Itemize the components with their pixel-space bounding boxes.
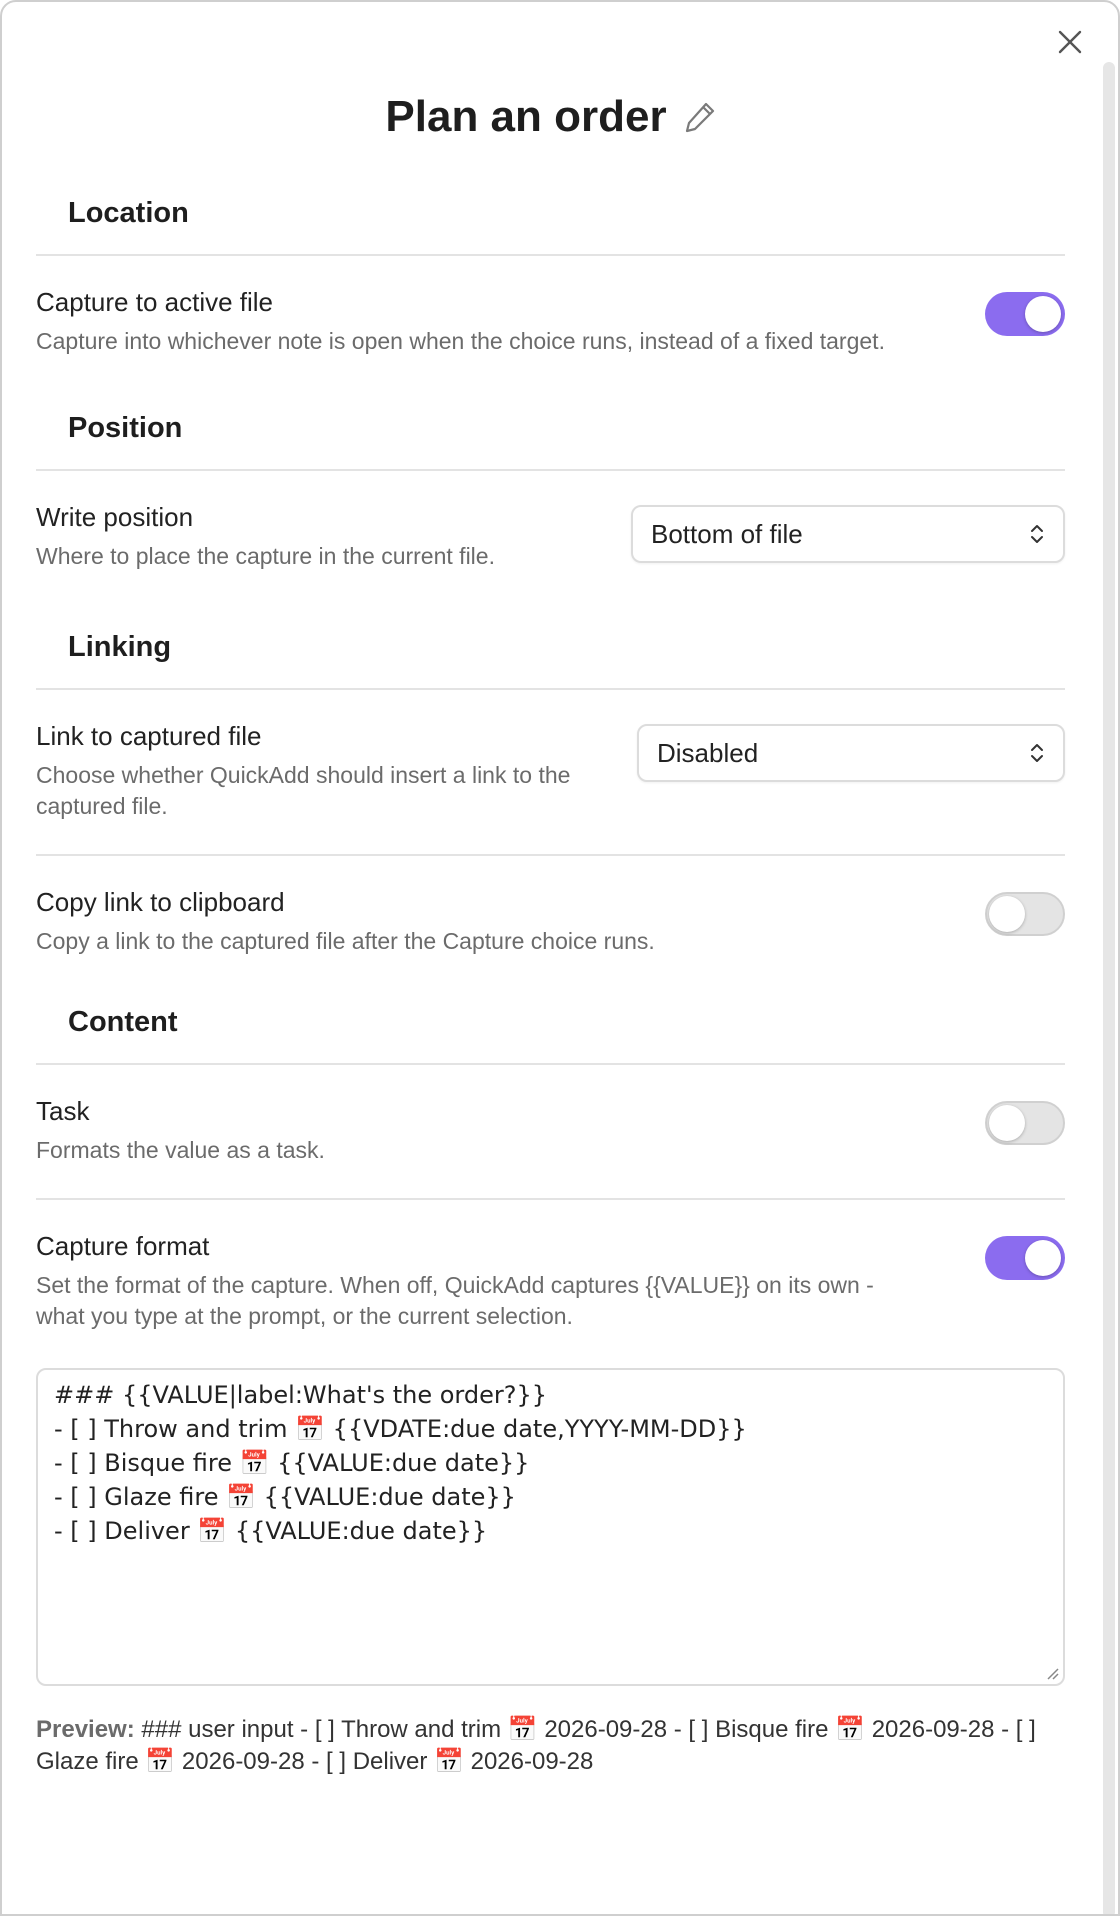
setting-description: Where to place the capture in the curren…: [36, 543, 495, 569]
copy-link-toggle[interactable]: [985, 892, 1065, 936]
setting-description: Formats the value as a task.: [36, 1137, 325, 1163]
setting-capture-to-active-file: Capture to active file Capture into whic…: [36, 256, 1065, 387]
toggle-knob: [1025, 296, 1061, 332]
chevron-updown-icon: [1031, 525, 1043, 543]
modal-title-row: Plan an order: [2, 92, 1102, 142]
pencil-icon: [685, 102, 714, 133]
link-to-captured-file-select[interactable]: Disabled: [637, 724, 1065, 782]
toggle-knob: [1025, 1240, 1061, 1276]
format-line: - [ ] Glaze fire 📅 {{VALUE:due date}}: [54, 1483, 516, 1511]
format-line: - [ ] Deliver 📅 {{VALUE:due date}}: [54, 1517, 488, 1545]
setting-description: Copy a link to the captured file after t…: [36, 928, 655, 954]
edit-title-button[interactable]: [681, 98, 719, 136]
capture-format-toggle[interactable]: [985, 1236, 1065, 1280]
modal-title: Plan an order: [385, 92, 667, 141]
capture-active-file-toggle[interactable]: [985, 292, 1065, 336]
format-preview: Preview: ### user input - [ ] Throw and …: [36, 1714, 1065, 1778]
setting-description: Capture into whichever note is open when…: [36, 328, 885, 354]
section-heading-linking: Linking: [68, 630, 172, 663]
task-toggle[interactable]: [985, 1101, 1065, 1145]
section-heading-location: Location: [68, 196, 189, 229]
write-position-value: Bottom of file: [651, 518, 803, 549]
write-position-select[interactable]: Bottom of file: [631, 505, 1065, 563]
format-line: - [ ] Bisque fire 📅 {{VALUE:due date}}: [54, 1449, 530, 1477]
setting-copy-link-to-clipboard: Copy link to clipboard Copy a link to th…: [36, 856, 1065, 981]
section-heading-content: Content: [68, 1005, 178, 1038]
capture-choice-modal: Plan an order Location Capture to active…: [0, 0, 1120, 1916]
settings-content: Location Capture to active file Capture …: [36, 172, 1065, 1778]
setting-name: Capture to active file: [36, 287, 274, 317]
toggle-knob: [989, 896, 1025, 932]
section-heading-position: Position: [68, 411, 183, 444]
preview-label: Preview:: [36, 1716, 135, 1743]
setting-name: Write position: [36, 502, 194, 532]
setting-name: Capture format: [36, 1231, 210, 1261]
format-line: - [ ] Throw and trim 📅 {{VDATE:due date,…: [54, 1415, 747, 1443]
setting-capture-format: Capture format Set the format of the cap…: [36, 1200, 1065, 1364]
close-icon: [1058, 30, 1082, 54]
resize-handle-icon[interactable]: [1043, 1664, 1059, 1680]
link-to-captured-file-value: Disabled: [657, 737, 759, 768]
setting-name: Copy link to clipboard: [36, 887, 285, 917]
setting-link-to-captured-file: Link to captured file Choose whether Qui…: [36, 690, 1065, 854]
setting-description: Set the format of the capture. When off,…: [36, 1272, 874, 1329]
capture-format-textarea[interactable]: ### {{VALUE|label:What's the order?}} - …: [36, 1368, 1065, 1686]
scrollbar[interactable]: [1103, 62, 1115, 1914]
close-button[interactable]: [1050, 22, 1090, 62]
setting-task: Task Formats the value as a task.: [36, 1065, 1065, 1198]
setting-write-position: Write position Where to place the captur…: [36, 471, 1065, 606]
setting-description: Choose whether QuickAdd should insert a …: [36, 762, 571, 819]
format-line: ### {{VALUE|label:What's the order?}}: [54, 1381, 547, 1409]
setting-name: Task: [36, 1096, 90, 1126]
toggle-knob: [989, 1105, 1025, 1141]
setting-name: Link to captured file: [36, 721, 262, 751]
preview-text: ### user input - [ ] Throw and trim 📅 20…: [36, 1716, 1036, 1775]
chevron-updown-icon: [1031, 744, 1043, 762]
